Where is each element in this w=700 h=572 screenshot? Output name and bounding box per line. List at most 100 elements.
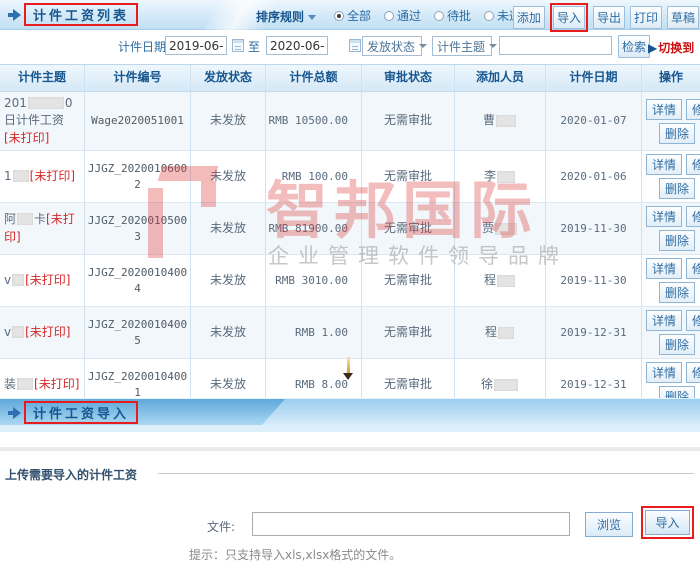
calendar-icon[interactable] (349, 39, 361, 52)
radio-icon[interactable] (384, 11, 394, 21)
sort-rules-label: 排序规则 (256, 10, 304, 24)
cell-person: 贾 (455, 203, 546, 254)
cell-date: 2019-12-31 (546, 307, 642, 358)
table-row: v[未打印] JJGZ_2020010400 5 未发放 RMB 1.00 无需… (0, 307, 700, 359)
cell-amount: RMB 81900.00 (266, 203, 362, 254)
import-title-annotation-box: 计件工资导入 (24, 401, 138, 424)
down-arrow-icon (347, 357, 350, 373)
import-annotation-box: 导入 (550, 3, 588, 32)
search-button[interactable]: 检索 (618, 35, 650, 58)
subject-select[interactable]: 计件主题 (432, 36, 492, 56)
delete-button[interactable]: 删除 (659, 123, 695, 144)
calendar-icon[interactable] (232, 39, 244, 52)
to-label: 至 (248, 38, 260, 55)
cell-status: 未发放 (191, 203, 266, 254)
date-to-input[interactable] (266, 36, 328, 55)
cell-subject: v[未打印] (0, 255, 85, 306)
delete-button[interactable]: 删除 (659, 230, 695, 251)
radio-icon[interactable] (484, 11, 494, 21)
import-title-block: 计件工资导入 (8, 401, 138, 424)
redacted-block (17, 378, 33, 390)
edit-button[interactable]: 修改 (686, 154, 700, 175)
detail-button[interactable]: 详情 (646, 258, 682, 279)
edit-button[interactable]: 修改 (686, 206, 700, 227)
table-row: 阿卡[未打印] JJGZ_2020010500 3 未发放 RMB 81900.… (0, 203, 700, 255)
radio-pending[interactable]: 待批 (434, 7, 471, 24)
import-button-top[interactable]: 导入 (553, 6, 585, 29)
cell-code: JJGZ_2020010500 3 (85, 203, 191, 254)
col-code: 计件编号 (85, 65, 191, 91)
not-printed-tag: [未打印] (25, 325, 70, 339)
cell-code: JJGZ_2020010400 4 (85, 255, 191, 306)
draft-button[interactable]: 草稿 (667, 6, 699, 29)
import-section-title: 计件工资导入 (26, 406, 136, 423)
right-arrow-icon (8, 407, 21, 418)
cell-approval: 无需审批 (362, 255, 455, 306)
cell-subject: 阿卡[未打印] (0, 203, 85, 254)
detail-button[interactable]: 详情 (646, 206, 682, 227)
detail-button[interactable]: 详情 (646, 154, 682, 175)
edit-button[interactable]: 修改 (686, 310, 700, 331)
col-actions: 操作 (642, 65, 700, 91)
file-label: 文件: (207, 518, 235, 535)
cell-actions: 详情 修改 删除 (642, 151, 700, 202)
switch-view-link[interactable]: ▶切换到 (648, 39, 694, 56)
edit-button[interactable]: 修改 (686, 362, 700, 383)
cell-subject: 2010日计件工资[未打印] (0, 92, 85, 150)
redacted-block (496, 115, 516, 127)
cell-subject: 1[未打印] (0, 151, 85, 202)
cell-approval: 无需审批 (362, 151, 455, 202)
sort-rules-dropdown[interactable]: 排序规则 (256, 8, 316, 25)
page-title: 计件工资列表 (26, 8, 136, 25)
detail-button[interactable]: 详情 (646, 310, 682, 331)
browse-button[interactable]: 浏览 (585, 512, 633, 537)
add-button[interactable]: 添加 (513, 6, 545, 29)
cell-amount: RMB 10500.00 (266, 92, 362, 150)
detail-button[interactable]: 详情 (646, 99, 682, 120)
delete-button[interactable]: 删除 (659, 178, 695, 199)
delete-button[interactable]: 删除 (659, 282, 695, 303)
chevron-down-icon (419, 44, 427, 48)
not-printed-tag: [未打印] (34, 377, 79, 391)
redacted-block (494, 379, 518, 391)
radio-all[interactable]: 全部 (334, 7, 371, 24)
file-path-input[interactable] (252, 512, 570, 536)
cell-amount: RMB 100.00 (266, 151, 362, 202)
delete-button[interactable]: 删除 (659, 334, 695, 355)
toolbar-buttons: 添加 导入 导出 打印 草稿 (513, 3, 699, 32)
play-arrow-icon: ▶ (648, 41, 657, 55)
radio-icon-selected[interactable] (334, 11, 344, 21)
cell-actions: 详情 修改 删除 (642, 92, 700, 150)
cell-amount: RMB 1.00 (266, 307, 362, 358)
print-button[interactable]: 打印 (630, 6, 662, 29)
cell-approval: 无需审批 (362, 203, 455, 254)
cell-actions: 详情 修改 删除 (642, 203, 700, 254)
radio-icon[interactable] (434, 11, 444, 21)
cell-approval: 无需审批 (362, 307, 455, 358)
edit-button[interactable]: 修改 (686, 258, 700, 279)
not-printed-tag: [未打印] (4, 131, 49, 145)
keyword-input[interactable] (499, 36, 612, 55)
col-subject: 计件主题 (0, 65, 85, 91)
section-divider (0, 447, 700, 451)
redacted-block (28, 97, 64, 109)
cell-date: 2019-11-30 (546, 203, 642, 254)
fieldset-line (158, 473, 694, 474)
radio-passed[interactable]: 通过 (384, 7, 421, 24)
format-hint: 提示：只支持导入xls,xlsx格式的文件。 (189, 546, 401, 563)
cell-subject: v[未打印] (0, 307, 85, 358)
table-header-row: 计件主题 计件编号 发放状态 计件总额 审批状态 添加人员 计件日期 操作 (0, 65, 700, 92)
detail-button[interactable]: 详情 (646, 362, 682, 383)
export-button[interactable]: 导出 (593, 6, 625, 29)
import-button-bottom[interactable]: 导入 (645, 510, 690, 535)
date-from-input[interactable] (165, 36, 227, 55)
cell-status: 未发放 (191, 255, 266, 306)
not-printed-tag: [未打印] (25, 273, 70, 287)
cell-code: JJGZ_2020010600 2 (85, 151, 191, 202)
redacted-block (13, 170, 29, 182)
cell-actions: 详情 修改 删除 (642, 255, 700, 306)
payout-status-select[interactable]: 发放状态 (362, 36, 422, 56)
not-printed-tag: [未打印] (30, 169, 75, 183)
upload-fieldset-legend: 上传需要导入的计件工资 (5, 466, 137, 483)
edit-button[interactable]: 修改 (686, 99, 700, 120)
